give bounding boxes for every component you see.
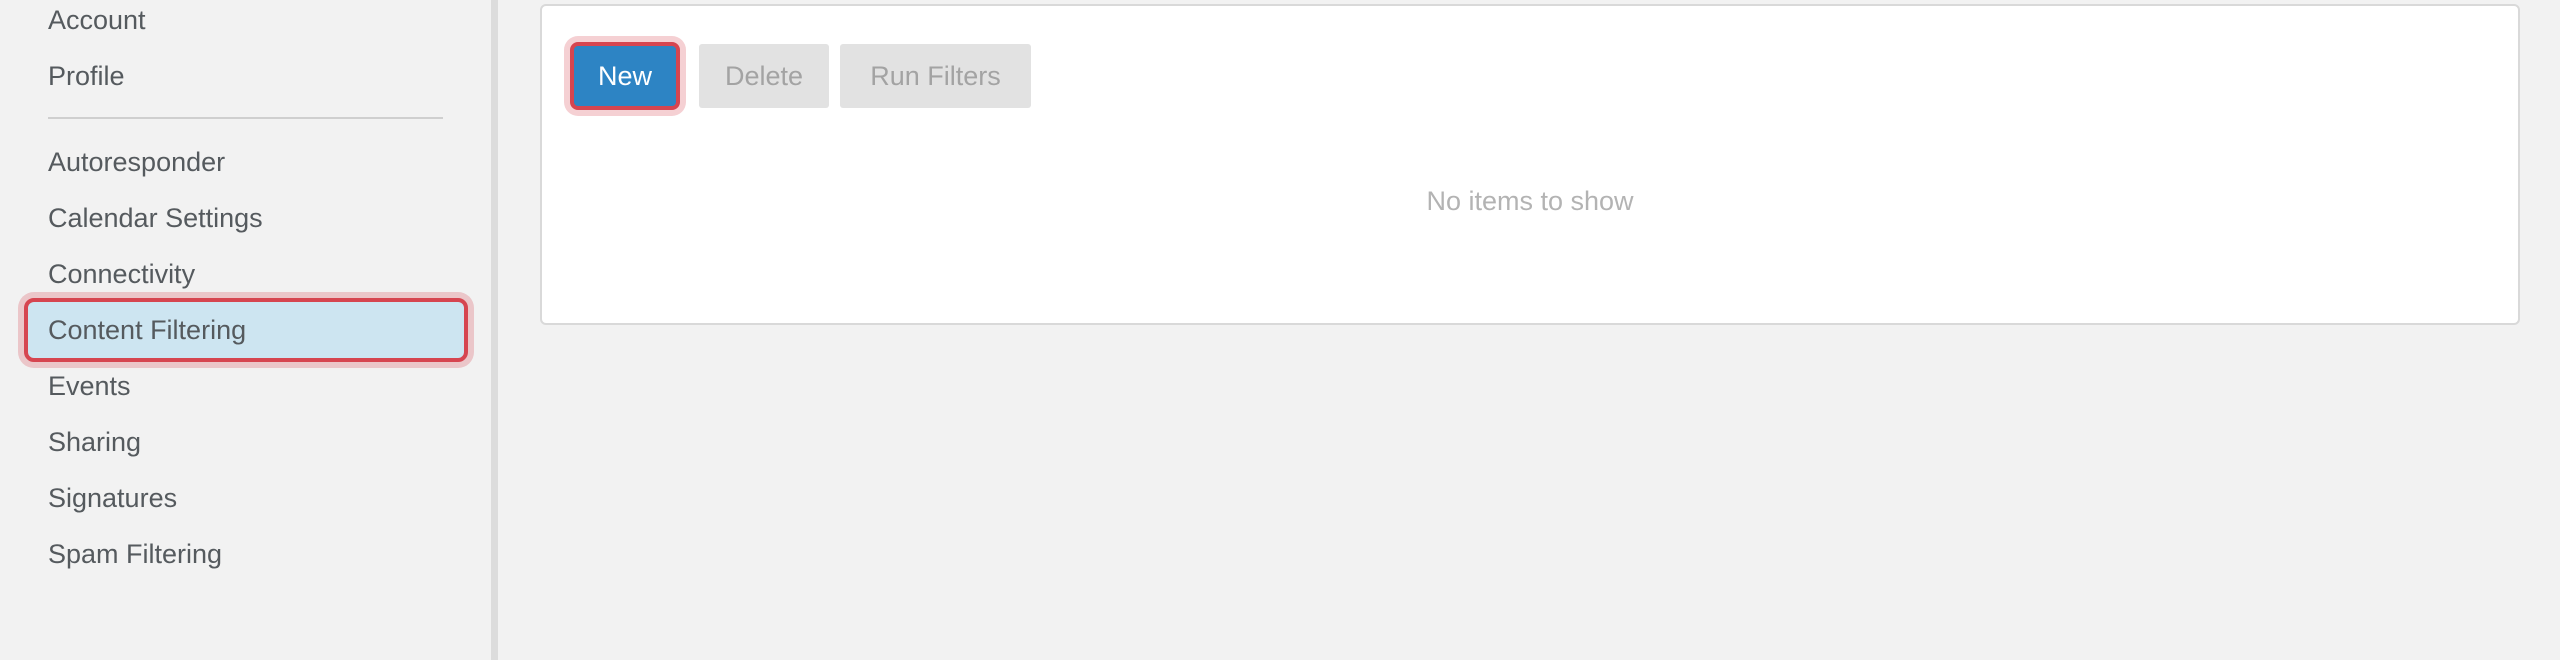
settings-sidebar: Account Profile Autoresponder Calendar S… (0, 0, 491, 660)
sidebar-item-sharing[interactable]: Sharing (48, 420, 141, 464)
sidebar-item-calendar-settings[interactable]: Calendar Settings (48, 196, 263, 240)
sidebar-item-spam-filtering[interactable]: Spam Filtering (48, 532, 222, 576)
run-filters-button[interactable]: Run Filters (840, 44, 1031, 108)
sidebar-divider (48, 117, 443, 119)
sidebar-item-content-filtering[interactable]: Content Filtering (24, 298, 468, 362)
delete-button[interactable]: Delete (699, 44, 829, 108)
sidebar-item-connectivity[interactable]: Connectivity (48, 252, 195, 296)
sidebar-item-signatures[interactable]: Signatures (48, 476, 177, 520)
sidebar-item-profile[interactable]: Profile (48, 54, 125, 98)
new-button[interactable]: New (570, 42, 680, 110)
empty-state-message: No items to show (1426, 186, 1634, 216)
sidebar-item-account[interactable]: Account (48, 0, 146, 42)
settings-page: Account Profile Autoresponder Calendar S… (0, 0, 2560, 660)
sidebar-item-label: Content Filtering (48, 315, 247, 345)
sidebar-item-autoresponder[interactable]: Autoresponder (48, 140, 225, 184)
sidebar-splitter[interactable] (491, 0, 498, 660)
sidebar-item-events[interactable]: Events (48, 364, 131, 408)
content-filtering-panel: New Delete Run Filters No items to show (540, 4, 2520, 325)
